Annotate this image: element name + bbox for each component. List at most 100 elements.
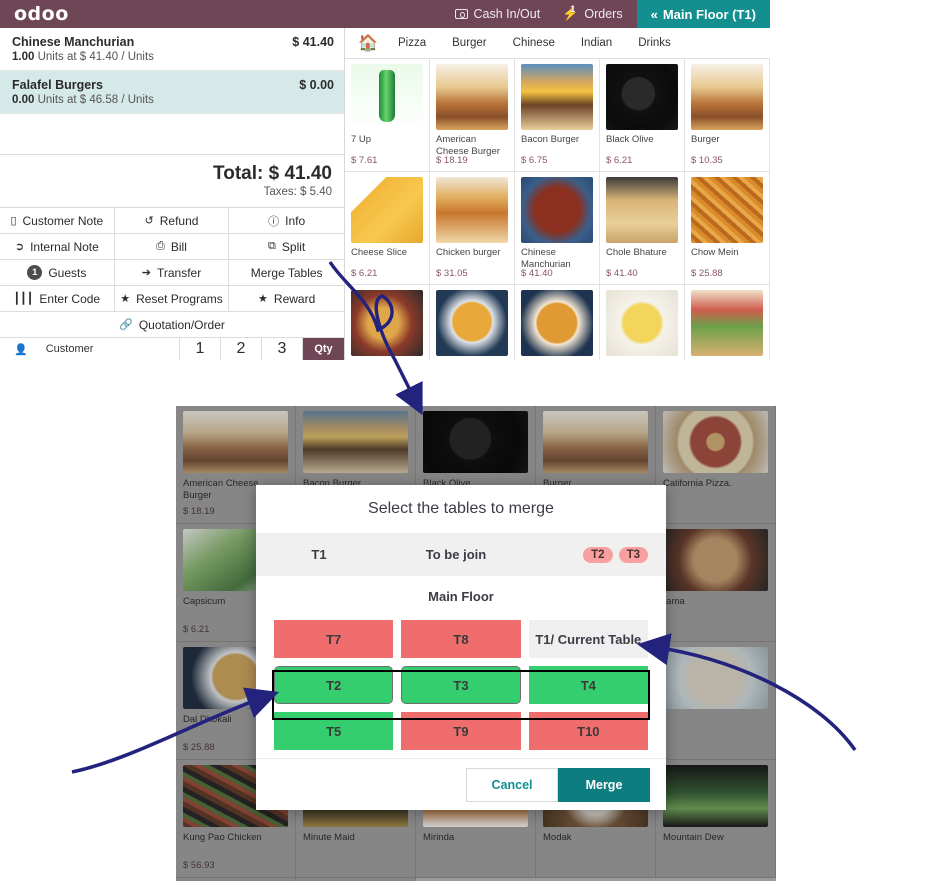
product-name: Black Olive [606,134,654,145]
product-name: Bacon Burger [521,134,580,145]
product-card[interactable]: Bacon Burger $ 6.75 [515,59,600,172]
category-pizza[interactable]: Pizza [385,37,439,49]
background-product-card[interactable]: rama [656,524,776,642]
product-image [663,529,768,591]
background-product-card[interactable]: Mountain Dew [656,760,776,878]
product-name: Burger [691,134,720,145]
order-line-qty: 0.00 [12,94,35,106]
cash-icon [454,9,468,19]
cash-in-out-button[interactable]: Cash In/Out [454,7,541,21]
chevron-left-icon: « [650,6,658,22]
customer-note-button[interactable]: ▯ Customer Note [0,208,115,234]
orders-label: Orders [584,7,623,21]
table-button-t10[interactable]: T10 [528,712,648,750]
table-button-t7[interactable]: T7 [274,620,394,658]
category-chinese[interactable]: Chinese [500,37,568,49]
bottle-shape [379,70,395,122]
reward-label: Reward [273,291,316,306]
table-button-t5[interactable]: T5 [274,712,394,750]
reset-programs-label: Reset Programs [136,291,223,306]
table-button-t4[interactable]: T4 [528,666,648,704]
product-price: $ 6.75 [521,155,548,166]
reset-programs-button[interactable]: ★ Reset Programs [114,286,230,312]
tables-grid: T7 T8 T1/ Current Table T2 T3 T4 T5 T9 T10 [274,620,648,750]
product-price: $ 25.88 [183,742,215,753]
background-product-card[interactable] [656,642,776,760]
product-card[interactable] [600,285,685,360]
product-card[interactable]: Cheese Slice $ 6.21 [345,172,430,285]
customer-note-label: Customer Note [22,213,104,228]
joined-chip-t3[interactable]: T3 [618,546,648,563]
product-card[interactable]: Burger $ 10.35 [685,59,770,172]
numpad-key-1[interactable]: 1 [180,338,221,360]
product-card[interactable] [345,285,430,360]
product-card[interactable]: Chinese Manchurian $ 41.40 [515,172,600,285]
transfer-button[interactable]: ➔ Transfer [114,260,230,286]
product-name: Mirinda [423,832,455,843]
table-button-t2[interactable]: T2 [274,666,394,704]
pos-body: Chinese Manchurian $ 41.40 1.00 Units at… [0,28,770,360]
enter-code-button[interactable]: ┃┃┃ Enter Code [0,286,115,312]
product-card[interactable] [685,285,770,360]
product-card[interactable] [515,285,600,360]
product-card[interactable]: Chicken burger $ 31.05 [430,172,515,285]
product-card[interactable] [430,285,515,360]
refund-button[interactable]: ↺ Refund [114,208,230,234]
product-card[interactable]: Chole Bhature $ 41.40 [600,172,685,285]
product-price: $ 31.05 [436,268,468,279]
bill-label: Bill [170,239,187,254]
internal-note-button[interactable]: ➲ Internal Note [0,234,115,260]
product-name: Modak [543,832,572,843]
guests-button[interactable]: 1 Guests [0,260,115,286]
category-bar: 🏠 Pizza Burger Chinese Indian Drinks [345,28,770,59]
product-price: $ 6.21 [606,155,633,166]
merge-dialog-title: Select the tables to merge [368,500,554,517]
topbar-actions: Cash In/Out ⚡ 1 Orders [160,0,637,28]
home-icon[interactable]: 🏠 [351,33,385,53]
table-button-t3[interactable]: T3 [401,666,521,704]
product-image [663,765,768,827]
merge-button[interactable]: Merge [558,767,650,802]
product-image [351,64,423,130]
background-product-card[interactable]: California Pizza. [656,406,776,524]
reward-button[interactable]: ★ Reward [229,286,344,312]
product-card[interactable]: 7 Up $ 7.61 [345,59,430,172]
category-indian[interactable]: Indian [568,37,625,49]
qty-button[interactable]: Qty [303,338,344,360]
numpad-key-2[interactable]: 2 [221,338,262,360]
merge-tables-dialog: Select the tables to merge T1 To be join… [256,485,666,810]
product-price: $ 25.88 [691,268,723,279]
split-button[interactable]: ⧉ Split [229,234,344,260]
customer-button[interactable]: 👤 Customer [0,338,180,360]
category-drinks[interactable]: Drinks [625,37,684,49]
product-name: 7 Up [351,134,372,145]
table-button-t8[interactable]: T8 [401,620,521,658]
table-button-t1-current-table[interactable]: T1/ Current Table [528,620,648,658]
table-button-t9[interactable]: T9 [401,712,521,750]
product-image [663,411,768,473]
bill-button[interactable]: ⎙ Bill [114,234,230,260]
info-button[interactable]: ⓘ Info [229,208,344,234]
order-line[interactable]: Chinese Manchurian $ 41.40 1.00 Units at… [0,28,344,71]
product-card[interactable]: American Cheese Burger $ 18.19 [430,59,515,172]
transfer-label: Transfer [156,265,202,280]
guests-label: Guests [48,265,87,280]
cancel-button[interactable]: Cancel [466,767,558,802]
current-table-label: T1 [311,547,327,562]
joined-chip-t2[interactable]: T2 [583,546,613,563]
quotation-order-button[interactable]: 🔗 Quotation/Order [0,312,344,338]
product-name: Kung Pao Chicken [183,832,262,843]
numpad-key-3[interactable]: 3 [262,338,303,360]
order-line[interactable]: Falafel Burgers $ 0.00 0.00 Units at $ 4… [0,71,344,114]
floor-tab-button[interactable]: « Main Floor (T1) [636,0,770,28]
product-card[interactable]: Black Olive $ 6.21 [600,59,685,172]
product-price: $ 18.19 [183,506,215,517]
cash-in-out-label: Cash In/Out [473,7,541,21]
merge-join-row: T1 To be join T2 T3 [256,533,666,576]
merge-tables-button[interactable]: Merge Tables [229,260,344,286]
orders-button[interactable]: ⚡ 1 Orders [562,4,623,22]
star-icon: ★ [258,293,268,305]
category-burger[interactable]: Burger [439,37,500,49]
product-card[interactable]: Chow Mein $ 25.88 [685,172,770,285]
tables-area: T7 T8 T1/ Current Table T2 T3 T4 T5 T9 T10 [256,616,666,758]
